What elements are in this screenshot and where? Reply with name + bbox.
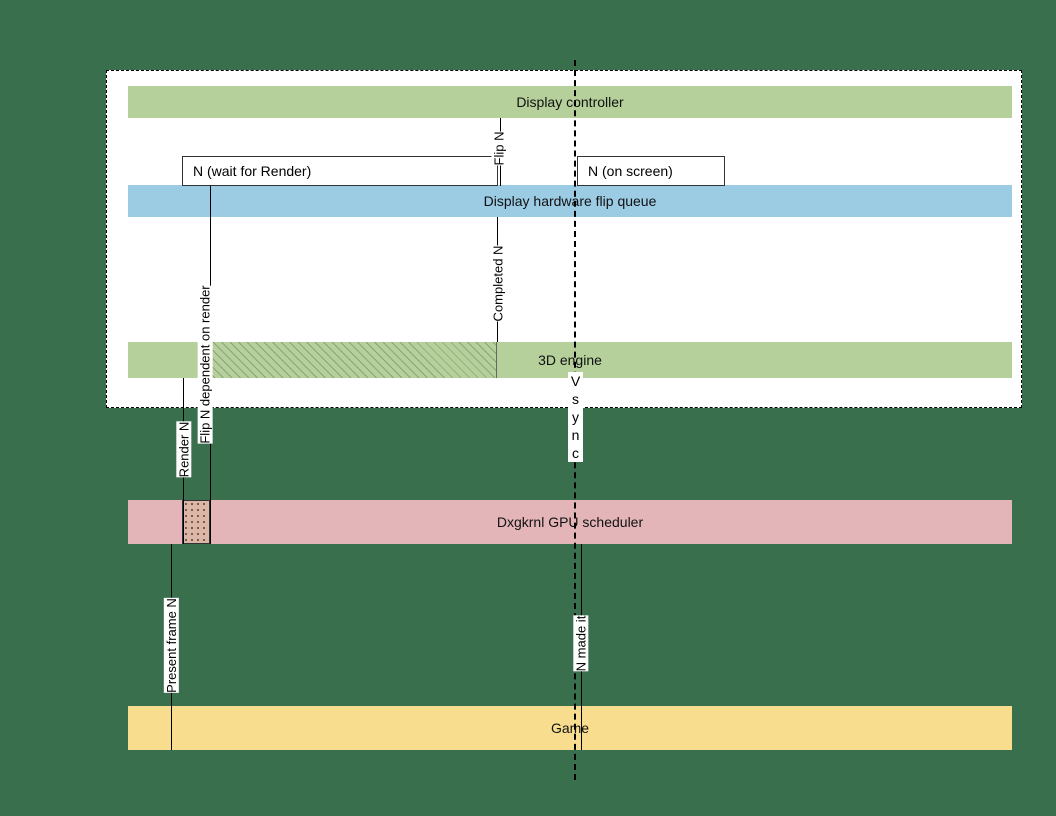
box-label: N (on screen) (588, 163, 673, 179)
lane-scheduler: Dxgkrnl GPU scheduler (128, 500, 1012, 544)
box-label: N (wait for Render) (193, 163, 311, 179)
lane-flip-queue: Display hardware flip queue (128, 185, 1012, 217)
lane-label: Display controller (516, 94, 623, 110)
lane-label: Game (551, 720, 589, 736)
label-render-n: Render N (176, 422, 191, 478)
label-flip-dependent: Flip N dependent on render (198, 285, 213, 443)
vsync-char-s: s (568, 390, 583, 408)
vsync-char-c: c (568, 444, 583, 462)
box-on-screen: N (on screen) (577, 156, 725, 186)
vsync-char-n: n (568, 426, 583, 444)
render-active-region (205, 342, 497, 378)
label-completed-n: Completed N (490, 246, 505, 322)
lane-display-controller: Display controller (128, 86, 1012, 118)
label-present-frame-n: Present frame N (164, 598, 179, 693)
box-wait-for-render: N (wait for Render) (182, 156, 498, 186)
diagram-canvas: { "lanes": { "display_controller": "Disp… (0, 0, 1056, 816)
vsync-char-v: V (568, 372, 583, 390)
lane-label: 3D engine (538, 352, 602, 368)
label-n-made-it: N made it (573, 616, 588, 672)
lane-label: Display hardware flip queue (484, 193, 657, 209)
lane-label: Dxgkrnl GPU scheduler (497, 514, 643, 530)
scheduler-packet (182, 500, 210, 544)
label-flip-n: Flip N (491, 132, 506, 166)
vsync-char-y: y (568, 408, 583, 426)
lane-game: Game (128, 706, 1012, 750)
